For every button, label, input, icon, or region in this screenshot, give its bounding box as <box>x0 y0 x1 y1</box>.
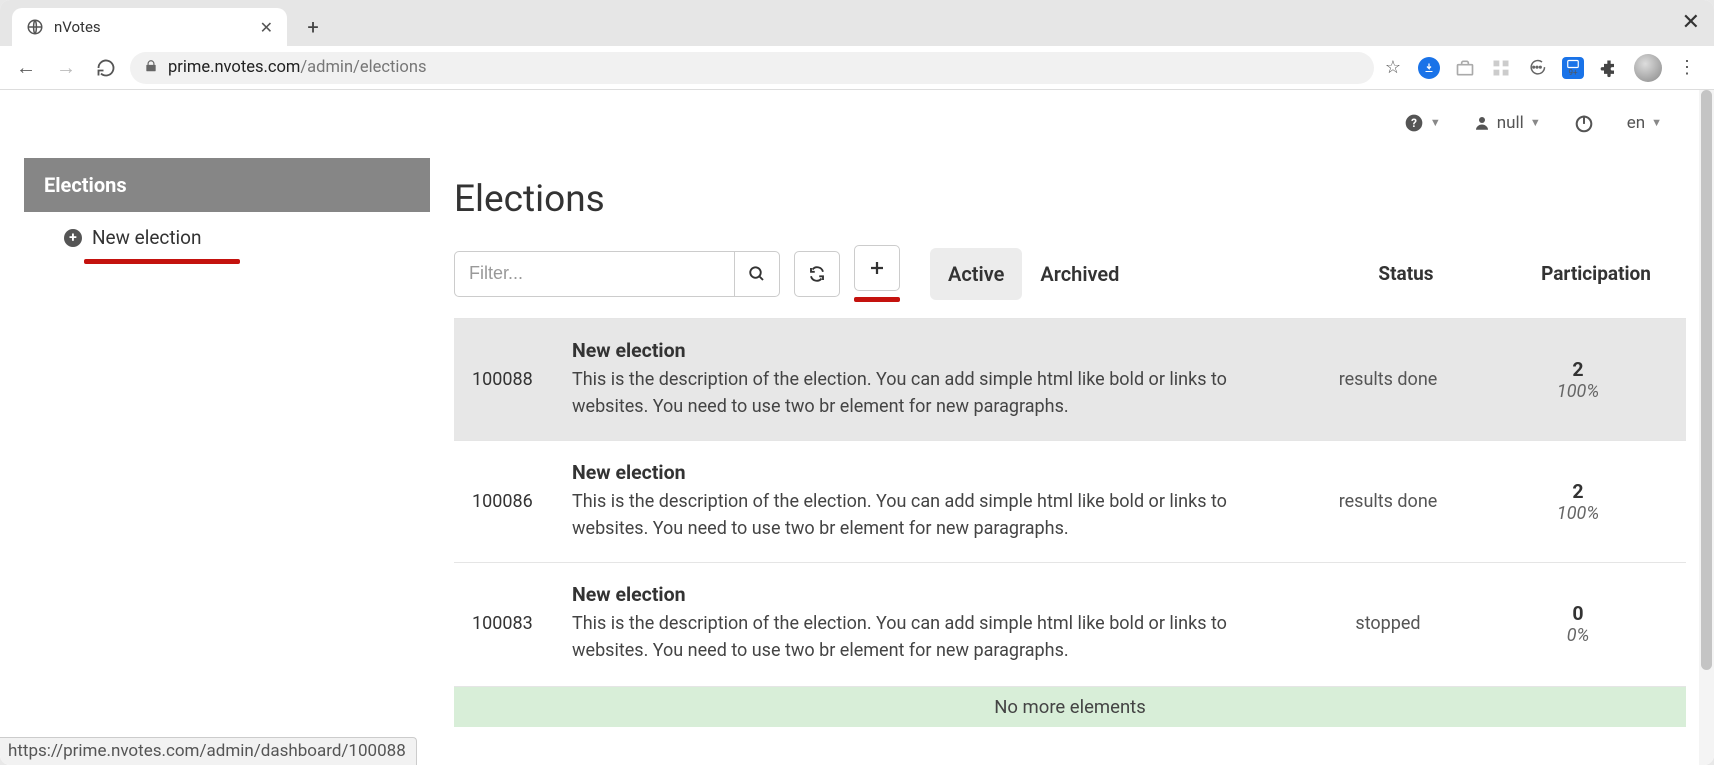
lang-label: en <box>1627 113 1645 133</box>
browser-tab[interactable]: nVotes ✕ <box>12 8 287 46</box>
row-description: This is the description of the election.… <box>572 366 1288 420</box>
browser-status-bar: https://prime.nvotes.com/admin/dashboard… <box>0 737 417 765</box>
row-participation: 2100% <box>1488 480 1668 524</box>
search-icon <box>748 265 766 283</box>
election-list: 100088New electionThis is the descriptio… <box>454 318 1686 684</box>
search-button[interactable] <box>734 251 780 297</box>
globe-icon <box>26 18 44 36</box>
user-icon <box>1473 114 1491 132</box>
profile-avatar[interactable] <box>1634 54 1662 82</box>
row-count: 2 <box>1488 358 1668 381</box>
power-icon <box>1573 112 1595 134</box>
row-id: 100088 <box>472 369 572 390</box>
row-status: stopped <box>1288 613 1488 634</box>
close-tab-icon[interactable]: ✕ <box>260 18 273 37</box>
app-topbar: ? ▼ null ▼ en ▼ <box>0 95 1700 150</box>
row-main: New election This is the description of t… <box>572 583 1288 664</box>
new-tab-button[interactable]: + <box>297 11 329 43</box>
grid-icon[interactable] <box>1490 57 1512 79</box>
page-title: Elections <box>454 178 1686 221</box>
lock-icon <box>144 59 158 77</box>
sidebar-item-new-election[interactable]: + New election <box>24 212 426 255</box>
row-title: New election <box>572 461 1288 484</box>
browser-menu-icon[interactable]: ⋮ <box>1676 57 1698 79</box>
tab-active[interactable]: Active <box>930 248 1022 300</box>
caret-down-icon: ▼ <box>1651 116 1662 129</box>
row-participation: 2100% <box>1488 358 1668 402</box>
back-button[interactable]: ← <box>10 52 42 84</box>
sidebar-item-label: New election <box>92 226 202 249</box>
main-content: Elections Active <box>426 90 1714 765</box>
row-description: This is the description of the election.… <box>572 488 1288 542</box>
column-header-status: Status <box>1306 262 1506 285</box>
no-more-banner: No more elements <box>454 686 1686 727</box>
table-row[interactable]: 100086New election This is the descriptio… <box>454 440 1686 562</box>
browser-tab-bar: nVotes ✕ + ✕ <box>0 0 1714 46</box>
row-main: New election This is the description of t… <box>572 461 1288 542</box>
row-title: New election <box>572 339 1288 362</box>
plus-icon <box>868 259 886 277</box>
scrollbar-thumb[interactable] <box>1701 90 1712 670</box>
column-header-participation: Participation <box>1506 262 1686 285</box>
row-percent: 100% <box>1488 381 1668 402</box>
caret-down-icon: ▼ <box>1430 116 1441 129</box>
url-text: prime.nvotes.com/admin/elections <box>168 58 426 77</box>
row-title: New election <box>572 583 1288 606</box>
language-menu[interactable]: en ▼ <box>1627 113 1662 133</box>
svg-text:?: ? <box>1411 116 1417 130</box>
row-status: results done <box>1288 369 1488 390</box>
refresh-icon <box>808 265 826 283</box>
row-id: 100083 <box>472 613 572 634</box>
row-main: New election This is the description of t… <box>572 339 1288 420</box>
bookmark-star-icon[interactable]: ☆ <box>1382 57 1404 79</box>
sidebar-header-elections[interactable]: Elections <box>24 158 430 212</box>
row-description: This is the description of the election.… <box>572 610 1288 664</box>
extensions-icon[interactable] <box>1598 57 1620 79</box>
chat-icon[interactable] <box>1526 57 1548 79</box>
row-count: 0 <box>1488 602 1668 625</box>
forward-button[interactable]: → <box>50 52 82 84</box>
address-bar: ← → prime.nvotes.com/admin/elections ☆ <box>0 46 1714 90</box>
reload-icon <box>96 58 116 78</box>
plus-circle-icon: + <box>64 229 82 247</box>
sidebar: Elections + New election <box>0 90 426 765</box>
row-id: 100086 <box>472 491 572 512</box>
tab-title: nVotes <box>54 18 250 36</box>
toolbar: Active Archived Status Participation <box>454 245 1686 302</box>
logout-button[interactable] <box>1573 112 1595 134</box>
user-label: null <box>1497 113 1524 133</box>
help-icon: ? <box>1404 113 1424 133</box>
table-row[interactable]: 100088New election This is the descriptio… <box>454 318 1686 440</box>
reload-button[interactable] <box>90 52 122 84</box>
notification-badge-icon[interactable]: 9+ <box>1562 57 1584 79</box>
add-button[interactable] <box>854 245 900 291</box>
caret-down-icon: ▼ <box>1530 116 1541 129</box>
briefcase-icon[interactable] <box>1454 57 1476 79</box>
tabs: Active Archived <box>930 248 1137 300</box>
tab-archived[interactable]: Archived <box>1022 248 1137 300</box>
annotation-underline <box>854 297 900 302</box>
filter-input[interactable] <box>454 251 734 297</box>
download-icon[interactable] <box>1418 57 1440 79</box>
help-menu[interactable]: ? ▼ <box>1404 113 1441 133</box>
row-percent: 0% <box>1488 625 1668 646</box>
row-status: results done <box>1288 491 1488 512</box>
user-menu[interactable]: null ▼ <box>1473 113 1541 133</box>
row-count: 2 <box>1488 480 1668 503</box>
row-participation: 00% <box>1488 602 1668 646</box>
row-percent: 100% <box>1488 503 1668 524</box>
refresh-button[interactable] <box>794 251 840 297</box>
annotation-underline <box>84 259 240 264</box>
url-box[interactable]: prime.nvotes.com/admin/elections <box>130 52 1374 84</box>
scrollbar[interactable] <box>1699 90 1714 765</box>
table-row[interactable]: 100083New election This is the descriptio… <box>454 562 1686 684</box>
window-close-icon[interactable]: ✕ <box>1682 10 1700 35</box>
